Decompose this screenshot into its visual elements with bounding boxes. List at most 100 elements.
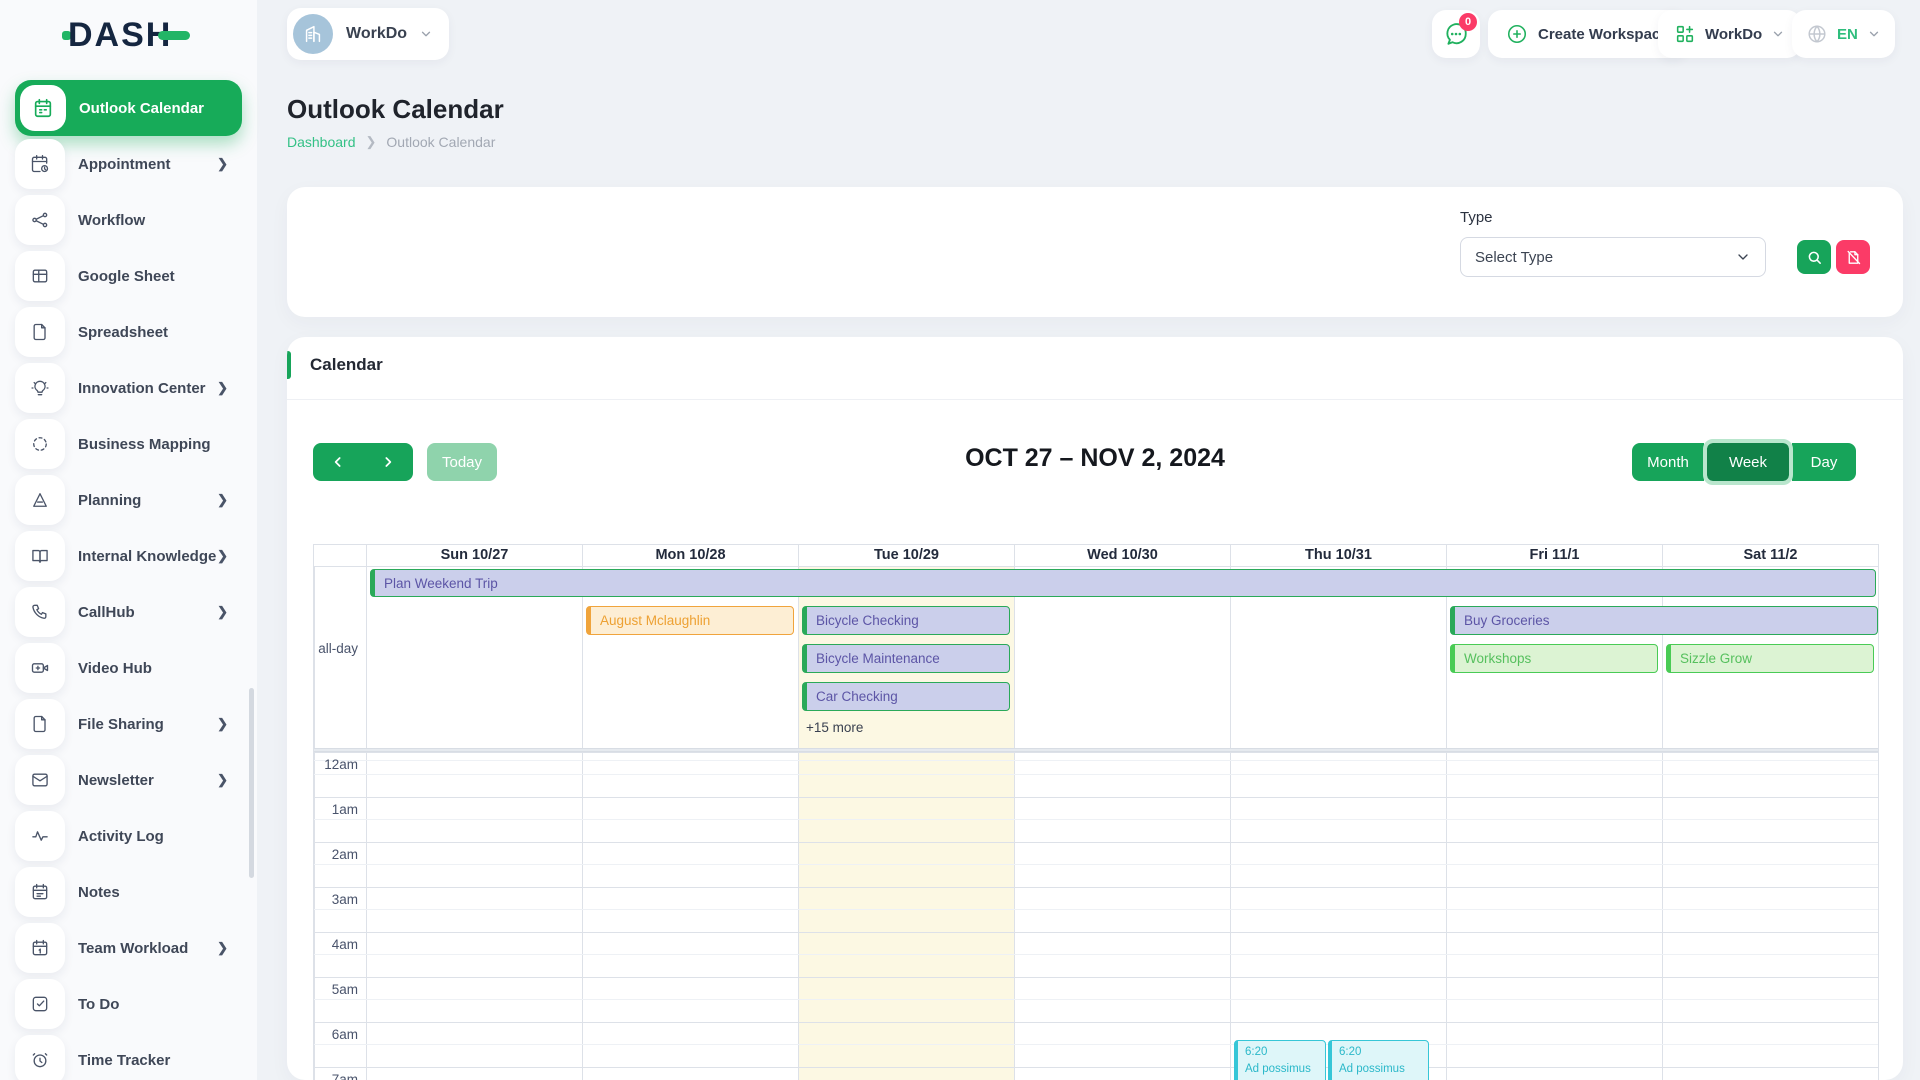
chevron-right-icon: ❯ xyxy=(217,156,228,172)
logo-bar xyxy=(158,31,190,40)
all-day-section: all-day Plan Weekend Trip August Mclaugh… xyxy=(314,567,1878,748)
document-icon xyxy=(15,307,65,357)
sidebar-nav: Outlook Calendar Appointment ❯ Workflow … xyxy=(15,80,242,1080)
event-buy-groceries[interactable]: Buy Groceries xyxy=(1450,606,1878,635)
time-label: 2am xyxy=(314,847,358,862)
event-august-mclaughlin[interactable]: August Mclaughlin xyxy=(586,606,794,635)
day-header-row: Sun 10/27 Mon 10/28 Tue 10/29 Wed 10/30 … xyxy=(314,545,1878,567)
sidebar-item-label: CallHub xyxy=(78,604,135,621)
event-plan-weekend-trip[interactable]: Plan Weekend Trip xyxy=(370,569,1876,597)
sidebar-item-newsletter[interactable]: Newsletter ❯ xyxy=(15,752,242,808)
calendar-card: Calendar Today OCT 27 – NOV 2, 2024 Mont… xyxy=(287,337,1903,1080)
day-view-button[interactable]: Day xyxy=(1792,443,1856,481)
lightbulb-icon xyxy=(15,363,65,413)
sidebar-item-spreadsheet[interactable]: Spreadsheet xyxy=(15,304,242,360)
sidebar-item-label: File Sharing xyxy=(78,716,164,733)
sidebar-item-label: To Do xyxy=(78,996,119,1013)
sidebar-item-label: Notes xyxy=(78,884,120,901)
sidebar-item-google-sheet[interactable]: Google Sheet xyxy=(15,248,242,304)
sidebar-item-label: Appointment xyxy=(78,156,170,173)
sidebar-item-activity-log[interactable]: Activity Log xyxy=(15,808,242,864)
appointment-icon xyxy=(15,139,65,189)
dash-logo[interactable]: DASH xyxy=(62,16,190,55)
chevron-right-icon: ❯ xyxy=(217,492,228,508)
pulse-icon xyxy=(15,811,65,861)
event-workshops[interactable]: Workshops xyxy=(1450,644,1658,673)
week-view-button[interactable]: Week xyxy=(1707,443,1789,481)
breadcrumb-dashboard-link[interactable]: Dashboard xyxy=(287,134,356,150)
type-select[interactable]: Select Type xyxy=(1460,237,1766,277)
time-label: 12am xyxy=(314,757,358,772)
video-camera-icon xyxy=(15,643,65,693)
chevron-down-icon xyxy=(1735,249,1751,265)
timed-event[interactable]: 6:20 Ad possimus xyxy=(1328,1040,1429,1080)
alarm-clock-icon xyxy=(15,1035,65,1080)
logo-text: DASH xyxy=(68,16,172,55)
envelope-icon xyxy=(15,755,65,805)
book-icon xyxy=(15,531,65,581)
chevron-down-icon xyxy=(419,27,433,41)
sidebar-item-video-hub[interactable]: Video Hub xyxy=(15,640,242,696)
sidebar-item-internal-knowledge[interactable]: Internal Knowledge ❯ xyxy=(15,528,242,584)
file-icon xyxy=(15,699,65,749)
sidebar-item-workflow[interactable]: Workflow xyxy=(15,192,242,248)
time-label: 1am xyxy=(314,802,358,817)
sidebar-item-label: Planning xyxy=(78,492,141,509)
grid-lines xyxy=(314,752,1878,1080)
sidebar-item-team-workload[interactable]: Team Workload ❯ xyxy=(15,920,242,976)
sidebar-item-label: Activity Log xyxy=(78,828,164,845)
day-header: Mon 10/28 xyxy=(582,545,798,566)
sidebar-item-label: Workflow xyxy=(78,212,145,229)
sidebar-item-label: Time Tracker xyxy=(78,1052,170,1069)
sidebar-item-innovation-center[interactable]: Innovation Center ❯ xyxy=(15,360,242,416)
sidebar-item-label: Innovation Center xyxy=(78,380,206,397)
phone-icon xyxy=(15,587,65,637)
workspace-selector[interactable]: WorkDo xyxy=(287,8,449,60)
filter-card: Type Select Type xyxy=(287,187,1903,317)
sidebar-item-planning[interactable]: Planning ❯ xyxy=(15,472,242,528)
chevron-right-icon: ❯ xyxy=(217,604,228,620)
sidebar-item-label: Team Workload xyxy=(78,940,188,957)
page: DASH Outlook Calendar Appointment ❯ Work… xyxy=(0,0,1920,1080)
event-time: 6:20 xyxy=(1339,1044,1421,1061)
time-label: 6am xyxy=(314,1027,358,1042)
language-selector[interactable]: EN xyxy=(1792,10,1895,58)
sidebar-item-notes[interactable]: Notes xyxy=(15,864,242,920)
month-view-button[interactable]: Month xyxy=(1632,443,1704,481)
time-label: 4am xyxy=(314,937,358,952)
search-button[interactable] xyxy=(1797,240,1831,274)
workflow-icon xyxy=(15,195,65,245)
event-car-checking[interactable]: Car Checking xyxy=(802,682,1010,711)
timed-event[interactable]: 6:20 Ad possimus su xyxy=(1234,1040,1326,1080)
sidebar-item-file-sharing[interactable]: File Sharing ❯ xyxy=(15,696,242,752)
time-label: 7am xyxy=(314,1072,358,1080)
event-bicycle-maintenance[interactable]: Bicycle Maintenance xyxy=(802,644,1010,673)
dashed-circle-icon xyxy=(15,419,65,469)
calendar-grid: Sun 10/27 Mon 10/28 Tue 10/29 Wed 10/30 … xyxy=(313,544,1879,1080)
table-icon xyxy=(15,251,65,301)
messages-button[interactable]: 0 xyxy=(1432,10,1480,58)
all-day-axis-label: all-day xyxy=(314,641,358,656)
sidebar-item-business-mapping[interactable]: Business Mapping xyxy=(15,416,242,472)
sidebar-item-callhub[interactable]: CallHub ❯ xyxy=(15,584,242,640)
sidebar-item-appointment[interactable]: Appointment ❯ xyxy=(15,136,242,192)
check-square-icon xyxy=(15,979,65,1029)
page-title: Outlook Calendar xyxy=(287,94,504,125)
sidebar-item-time-tracker[interactable]: Time Tracker xyxy=(15,1032,242,1080)
notification-badge: 0 xyxy=(1459,13,1477,31)
event-bicycle-checking[interactable]: Bicycle Checking xyxy=(802,606,1010,635)
sidebar-item-outlook-calendar[interactable]: Outlook Calendar xyxy=(15,80,242,136)
sidebar-item-label: Outlook Calendar xyxy=(79,100,204,117)
more-events-link[interactable]: +15 more xyxy=(806,720,863,735)
type-label: Type xyxy=(1460,209,1493,226)
chevron-right-icon: ❯ xyxy=(217,940,228,956)
app-switcher-label: WorkDo xyxy=(1705,26,1762,43)
app-switcher-button[interactable]: WorkDo xyxy=(1658,10,1801,58)
event-sizzle-grow[interactable]: Sizzle Grow xyxy=(1666,644,1874,673)
sidebar-scrollbar[interactable] xyxy=(249,688,254,878)
sidebar-item-to-do[interactable]: To Do xyxy=(15,976,242,1032)
reset-filter-button[interactable] xyxy=(1836,240,1870,274)
day-header: Wed 10/30 xyxy=(1014,545,1230,566)
breadcrumb-current: Outlook Calendar xyxy=(386,134,495,150)
create-workspace-button[interactable]: Create Workspace xyxy=(1488,10,1687,58)
